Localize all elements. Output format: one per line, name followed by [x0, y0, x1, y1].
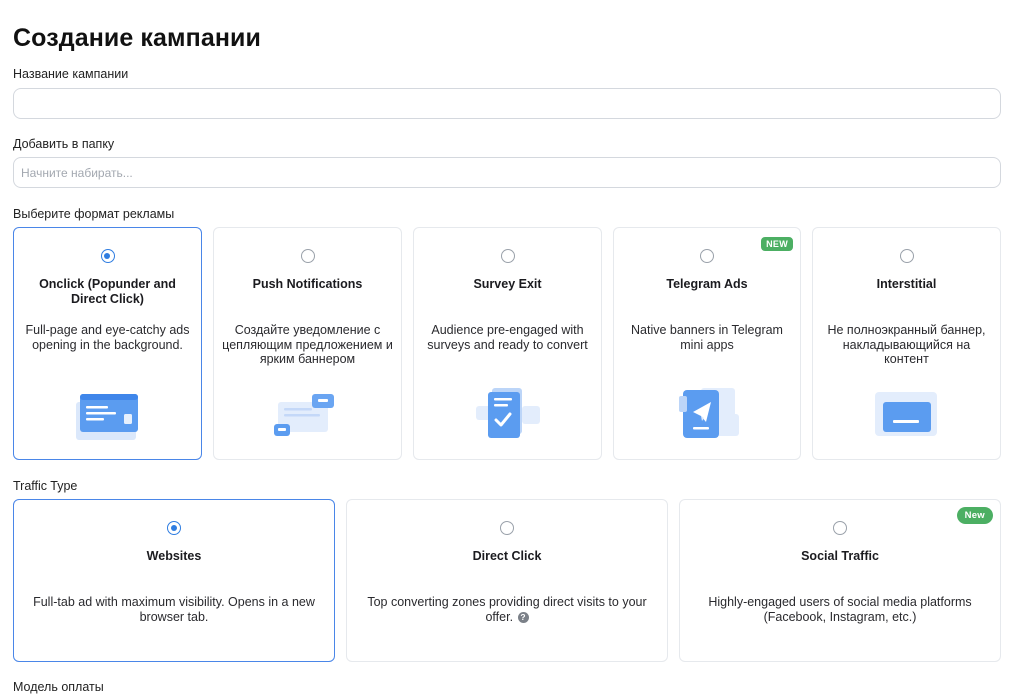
notification-cards-icon	[273, 394, 334, 436]
page-title: Создание кампании	[13, 24, 261, 52]
traffic-card-direct-click[interactable]: Direct Click Top converting zones provid…	[346, 499, 668, 662]
ad-format-card-survey-exit[interactable]: Survey Exit Audience pre-engaged with su…	[413, 227, 602, 460]
ad-format-radio-onclick[interactable]	[100, 249, 115, 263]
ad-format-description: Full-page and eye-catchy ads opening in …	[25, 323, 190, 352]
traffic-title: Social Traffic	[801, 549, 879, 563]
payment-model-label: Модель оплаты	[13, 680, 104, 694]
traffic-type-label: Traffic Type	[13, 479, 78, 493]
ad-format-card-interstitial[interactable]: Interstitial Не полноэкранный баннер, на…	[812, 227, 1001, 460]
ad-format-radio-telegram[interactable]	[700, 249, 714, 263]
new-badge: New	[956, 507, 993, 524]
ad-format-description: Не полноэкранный баннер, накладывающийся…	[827, 323, 986, 366]
traffic-card-websites[interactable]: Websites Full-tab ad with maximum visibi…	[13, 499, 335, 662]
ad-format-radio-survey-exit[interactable]	[500, 249, 515, 263]
ad-format-radio-interstitial[interactable]	[899, 249, 914, 263]
ad-format-title: Interstitial	[876, 277, 937, 291]
campaign-name-label: Название кампании	[13, 67, 129, 81]
telegram-phone-icon	[679, 388, 739, 438]
new-badge: NEW	[761, 237, 793, 251]
traffic-title: Websites	[146, 549, 202, 563]
ad-format-card-onclick[interactable]: Onclick (Popunder and Direct Click) Full…	[13, 227, 202, 460]
ad-format-title: Push Notifications	[252, 277, 363, 291]
ad-format-title: Survey Exit	[473, 277, 542, 291]
traffic-description-text: Top converting zones providing direct vi…	[367, 595, 647, 624]
ad-format-radio-push[interactable]	[300, 249, 315, 263]
traffic-radio-websites[interactable]	[167, 521, 181, 535]
survey-checklist-icon	[475, 388, 540, 438]
ad-format-label: Выберите формат рекламы	[13, 207, 175, 221]
traffic-description: Top converting zones providing direct vi…	[361, 595, 653, 624]
help-icon[interactable]: ?	[517, 611, 529, 623]
ad-format-card-push[interactable]: Push Notifications Создайте уведомление …	[213, 227, 402, 460]
ad-format-description: Native banners in Telegram mini apps	[631, 323, 783, 352]
ad-format-description: Audience pre-engaged with surveys and re…	[427, 323, 588, 352]
traffic-description: Highly-engaged users of social media pla…	[708, 595, 972, 624]
folder-search-input[interactable]	[13, 157, 1001, 188]
traffic-radio-direct-click[interactable]	[500, 521, 514, 535]
ad-format-title: Telegram Ads	[666, 277, 748, 291]
browser-window-icon	[75, 394, 138, 440]
traffic-title: Direct Click	[472, 549, 542, 563]
traffic-radio-social[interactable]	[833, 521, 847, 535]
ad-format-description: Создайте уведомление с цепляющим предлож…	[222, 323, 393, 366]
traffic-card-social[interactable]: New Social Traffic Highly-engaged users …	[679, 499, 1001, 662]
campaign-name-input[interactable]	[13, 88, 1001, 119]
traffic-description: Full-tab ad with maximum visibility. Ope…	[33, 595, 315, 624]
ad-format-card-telegram[interactable]: NEW Telegram Ads Native banners in Teleg…	[613, 227, 801, 460]
folder-label: Добавить в папку	[13, 137, 115, 151]
overlay-banner-icon	[874, 392, 937, 436]
ad-format-title: Onclick (Popunder and Direct Click)	[39, 277, 176, 306]
